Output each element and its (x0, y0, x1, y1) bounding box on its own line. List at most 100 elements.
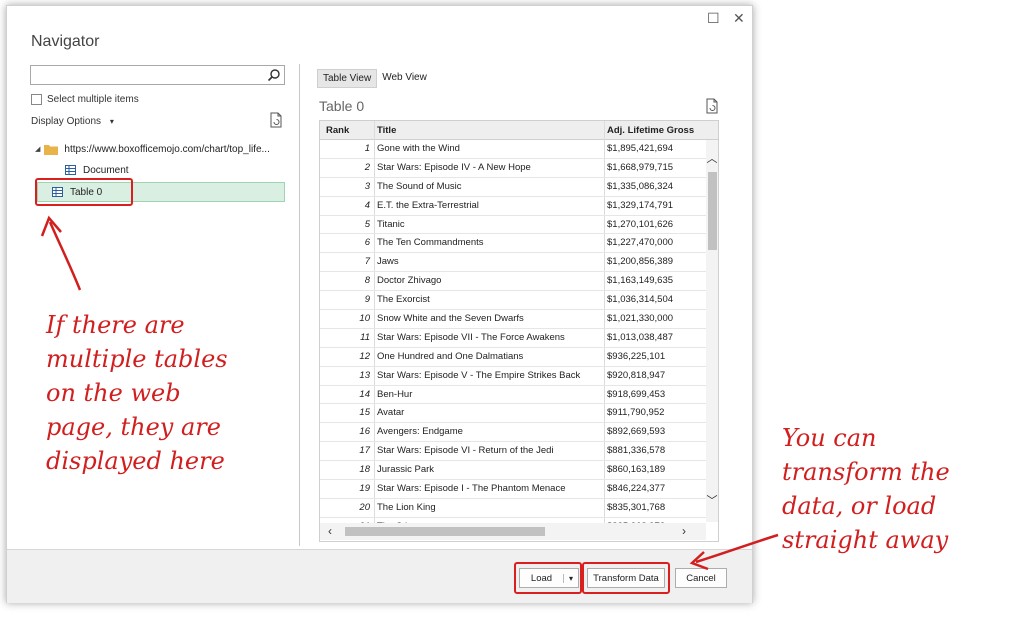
title-cell: Gone with the Wind (377, 143, 460, 154)
tab-table-view[interactable]: Table View (317, 69, 378, 88)
chevron-right-icon[interactable]: › (682, 524, 686, 538)
gross-cell: $1,335,086,324 (607, 180, 674, 192)
search-box[interactable] (30, 65, 285, 85)
cancel-button[interactable]: Cancel (675, 568, 727, 588)
close-icon[interactable]: ✕ (733, 10, 745, 27)
chevron-down-icon[interactable]: ﹀ (706, 492, 718, 508)
table-row[interactable]: 11 Star Wars: Episode VII - The Force Awa… (320, 329, 706, 348)
table-row[interactable]: 6 The Ten Commandments $1,227,470,000 (320, 234, 706, 254)
title-cell: The Lion King (377, 501, 436, 513)
gross-cell: $918,699,453 (607, 388, 666, 400)
tab-web-view[interactable]: Web View (377, 69, 432, 88)
gross-cell: $1,270,101,626 (607, 218, 674, 230)
title-cell: Star Wars: Episode VI - Return of the Je… (377, 445, 554, 457)
tree-root-url[interactable]: ◢ https://www.boxofficemojo.com/chart/to… (35, 139, 270, 159)
refresh-icon[interactable] (269, 112, 283, 128)
table-row[interactable]: 5 Titanic $1,270,101,626 (320, 216, 706, 235)
select-multiple-row[interactable]: Select multiple items (31, 94, 139, 105)
table-row[interactable]: 17 Star Wars: Episode VI - Return of the … (320, 442, 706, 462)
rank-cell: 20 (359, 501, 370, 513)
search-icon[interactable] (267, 68, 281, 82)
folder-icon (44, 144, 59, 155)
table-row[interactable]: 12 One Hundred and One Dalmatians $936,225… (320, 348, 706, 367)
expand-triangle-icon[interactable]: ◢ (35, 145, 40, 153)
rank-cell: 9 (364, 294, 370, 306)
gross-cell: $1,329,174,791 (607, 199, 674, 211)
column-header[interactable]: Adj. Lifetime Gross (607, 125, 694, 136)
column-header[interactable]: Title (377, 125, 396, 136)
annotation-line: If there are (46, 311, 185, 339)
gross-cell: $1,895,421,694 (607, 143, 674, 154)
column-header[interactable]: Rank (326, 125, 349, 136)
title-cell: Star Wars: Episode V - The Empire Strike… (377, 369, 581, 381)
annotation-line: transform the (782, 458, 950, 486)
rank-cell: 18 (359, 464, 370, 476)
select-multiple-checkbox[interactable] (31, 94, 42, 105)
vertical-scrollbar[interactable]: ︿ ﹀ (706, 140, 718, 522)
title-cell: Star Wars: Episode IV - A New Hope (377, 161, 531, 173)
search-input[interactable] (33, 67, 262, 83)
annotation-line: page, they are (46, 413, 221, 441)
title-cell: E.T. the Extra-Terrestrial (377, 199, 479, 211)
gross-cell: $1,200,856,389 (607, 256, 674, 268)
transform-highlight-box (582, 562, 670, 594)
table-0-highlight-box (35, 178, 133, 206)
title-cell: Avengers: Endgame (377, 426, 463, 438)
scrollbar-thumb[interactable] (345, 527, 545, 536)
rank-cell: 11 (360, 331, 370, 343)
scrollbar-thumb[interactable] (708, 172, 717, 250)
title-cell: Jaws (377, 256, 399, 268)
table-row[interactable]: 4 E.T. the Extra-Terrestrial $1,329,174,79… (320, 197, 706, 216)
table-row[interactable]: 18 Jurassic Park $860,163,189 (320, 461, 706, 481)
annotation-line: straight away (782, 526, 949, 554)
table-row[interactable]: 14 Ben-Hur $918,699,453 (320, 386, 706, 405)
table-row[interactable]: 7 Jaws $1,200,856,389 (320, 253, 706, 273)
chevron-left-icon[interactable]: ‹ (328, 524, 332, 538)
table-row[interactable]: 13 Star Wars: Episode V - The Empire Stri… (320, 367, 706, 386)
table-row[interactable]: 19 Star Wars: Episode I - The Phantom Men… (320, 480, 706, 499)
table-row[interactable]: 9 The Exorcist $1,036,314,504 (320, 291, 706, 311)
annotation-left: If there are multiple tables on the web … (46, 308, 228, 478)
table-row[interactable]: 16 Avengers: Endgame $892,669,593 (320, 423, 706, 443)
title-cell: Star Wars: Episode I - The Phantom Menac… (377, 483, 566, 495)
rank-cell: 15 (359, 407, 370, 419)
rank-cell: 13 (359, 369, 370, 381)
gross-cell: $1,013,038,487 (607, 331, 674, 343)
horizontal-scrollbar[interactable]: ‹ › (320, 523, 706, 540)
table-row[interactable]: 10 Snow White and the Seven Dwarfs $1,021,… (320, 310, 706, 329)
table-body: 1 Gone with the Wind $1,895,421,694 2 Star W… (320, 140, 706, 537)
rank-cell: 6 (364, 237, 370, 249)
tree-url-label: https://www.boxofficemojo.com/chart/top_… (64, 143, 270, 155)
rank-cell: 8 (364, 275, 370, 287)
title-cell: The Ten Commandments (377, 237, 484, 249)
preview-title: Table 0 (319, 98, 365, 114)
chevron-up-icon[interactable]: ︿ (706, 150, 718, 166)
table-row[interactable]: 8 Doctor Zhivago $1,163,149,635 (320, 272, 706, 292)
annotation-line: data, or load (782, 492, 937, 520)
table-row[interactable]: 20 The Lion King $835,301,768 (320, 499, 706, 518)
display-options-dropdown[interactable]: Display Options ▾ (31, 116, 114, 127)
dialog-footer: Load ▾ Transform Data Cancel (7, 549, 752, 603)
annotation-line: multiple tables (46, 345, 228, 373)
gross-cell: $881,336,578 (607, 445, 666, 457)
rank-cell: 5 (364, 218, 370, 230)
table-row[interactable]: 3 The Sound of Music $1,335,086,324 (320, 178, 706, 197)
gross-cell: $1,227,470,000 (607, 237, 674, 249)
maximize-icon[interactable]: ☐ (707, 10, 720, 27)
rank-cell: 16 (359, 426, 370, 438)
title-cell: Doctor Zhivago (377, 275, 442, 287)
title-cell: Titanic (377, 218, 405, 230)
refresh-icon[interactable] (705, 98, 719, 114)
gross-cell: $936,225,101 (607, 350, 666, 362)
title-cell: Avatar (377, 407, 405, 419)
rank-cell: 17 (359, 445, 370, 457)
rank-cell: 3 (364, 180, 370, 192)
tree-item-document[interactable]: Document (51, 160, 129, 180)
navigator-dialog: ☐ ✕ Navigator Select multiple items Disp… (6, 5, 753, 603)
table-row[interactable]: 15 Avatar $911,790,952 (320, 404, 706, 424)
table-row[interactable]: 1 Gone with the Wind $1,895,421,694 (320, 140, 706, 159)
gross-cell: $1,021,330,000 (607, 313, 674, 325)
pane-divider (299, 64, 300, 546)
title-cell: The Sound of Music (377, 180, 462, 192)
table-row[interactable]: 2 Star Wars: Episode IV - A New Hope $1,66… (320, 159, 706, 178)
